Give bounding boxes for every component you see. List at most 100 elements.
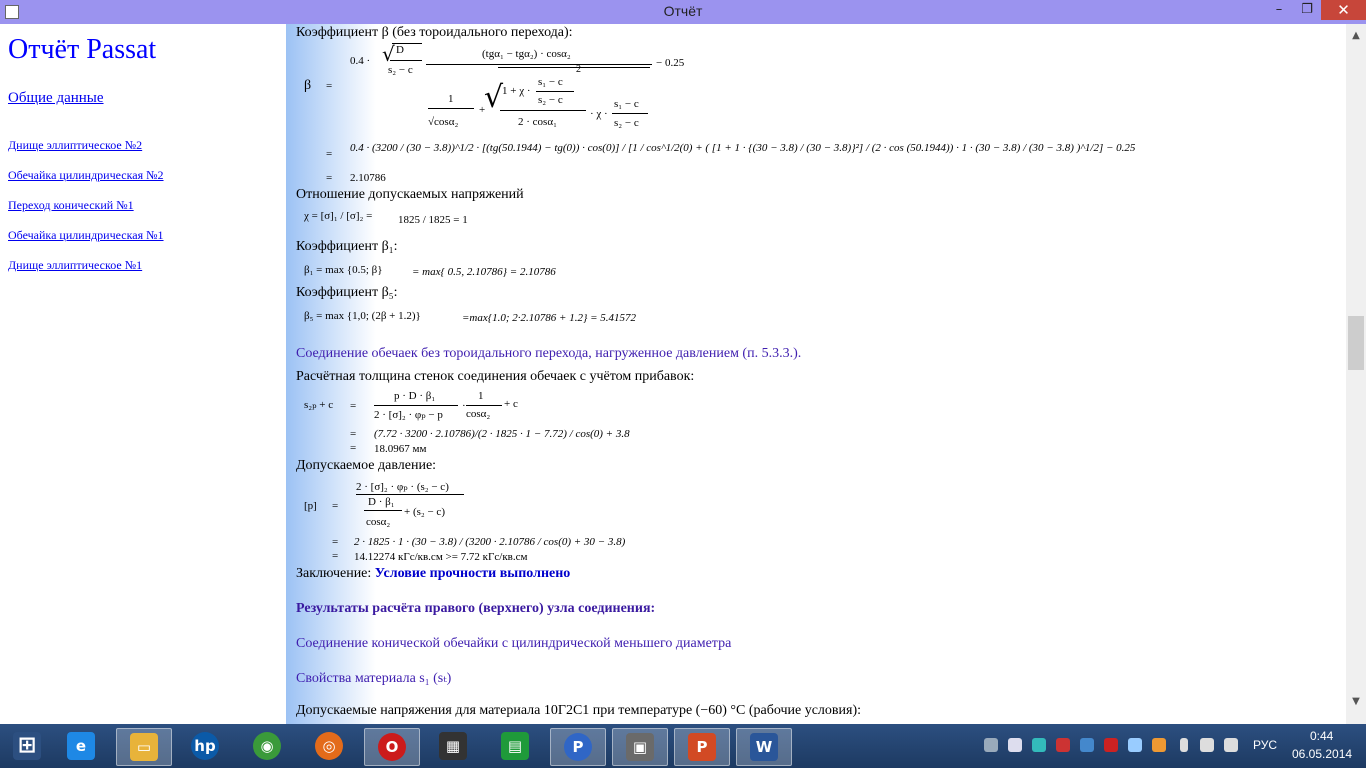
taskbar-chrome[interactable]: ◉ — [240, 728, 294, 764]
report-content: Коэффициент β (без тороидального переход… — [286, 24, 1346, 724]
powerpoint-icon: P — [688, 733, 716, 761]
beta-coef: 0.4 · — [350, 55, 371, 67]
pressure-heading: Допускаемое давление: — [296, 458, 437, 473]
clock-time[interactable]: 0:44 — [1310, 729, 1333, 743]
start-button[interactable]: ⊞ — [0, 728, 54, 764]
tray-antivirus-icon[interactable] — [1056, 738, 1070, 752]
conclusion-value: Условие прочности выполнено — [374, 566, 571, 581]
tray-cloud-icon[interactable] — [1008, 738, 1022, 752]
beta5-heading: Коэффициент β₅: — [296, 285, 398, 300]
section-shells-joint: Соединение обечаек без тороидального пер… — [296, 346, 802, 361]
beta-substitution: 0.4 · (3200 / (30 − 3.8))^1/2 · [(tg(50.… — [350, 142, 1136, 154]
taskbar-app-dark[interactable]: ▦ — [426, 728, 480, 764]
beta5-value: =max{1.0; 2·2.10786 + 1.2} = 5.41572 — [462, 312, 637, 324]
sqrt-sign-1: √ — [382, 42, 395, 66]
scroll-down-icon[interactable]: ▼ — [1346, 696, 1366, 707]
p-subst-eq: = — [332, 536, 339, 548]
volume-icon[interactable] — [1224, 738, 1238, 752]
results-heading: Результаты расчёта правого (верхнего) уз… — [296, 601, 656, 616]
scroll-up-icon[interactable]: ▲ — [1346, 30, 1366, 41]
beta-s1c-b: s₁ − c — [614, 98, 639, 110]
beta-D: D — [396, 44, 404, 56]
close-button[interactable]: ✕ — [1321, 0, 1366, 20]
taskbar-firefox[interactable]: ◎ — [302, 728, 356, 764]
maximize-button[interactable]: ❐ — [1293, 0, 1321, 20]
taskbar-hp[interactable]: hp — [178, 728, 232, 764]
minimize-button[interactable]: – — [1265, 0, 1293, 20]
tray-network-icon[interactable] — [984, 738, 998, 752]
folder-icon: ▭ — [130, 733, 158, 761]
beta-one: 1 — [448, 93, 454, 105]
start-icon: ⊞ — [13, 732, 41, 760]
beta1-heading: Коэффициент β₁: — [296, 239, 398, 254]
nav-link-head-1[interactable]: Днище эллиптическое №1 — [8, 258, 142, 273]
passat-icon: P — [564, 733, 592, 761]
title-bar: Отчёт – ❐ ✕ — [0, 0, 1366, 24]
chrome-icon: ◉ — [253, 732, 281, 760]
beta-value: 2.10786 — [350, 172, 386, 184]
beta-heading: Коэффициент β (без тороидального переход… — [296, 25, 573, 40]
beta1-formula: β₁ = max {0.5; β} — [304, 264, 383, 276]
scroll-thumb[interactable] — [1348, 316, 1364, 370]
vertical-scrollbar[interactable]: ▲ ▼ — [1346, 24, 1366, 724]
p-numerator: 2 · [σ]₂ · φₚ · (s₂ − c) — [356, 481, 449, 493]
p-cos: cosα₂ — [366, 516, 391, 528]
tray-tool-icon[interactable] — [1104, 738, 1118, 752]
taskbar-store[interactable]: ▤ — [488, 728, 542, 764]
tray-app-icon[interactable] — [1152, 738, 1166, 752]
battery-icon[interactable] — [1180, 738, 1188, 752]
conclusion: Заключение: Условие прочности выполнено — [296, 566, 570, 582]
beta-s1c: s₁ − c — [538, 76, 563, 88]
chi-formula: χ = [σ]₁ / [σ]₂ = — [304, 210, 373, 222]
taskbar-ie[interactable]: e — [54, 728, 108, 764]
app-dark-icon: ▦ — [439, 732, 467, 760]
beta-square: 2 — [576, 64, 581, 75]
hp-icon: hp — [191, 732, 219, 760]
p-D-beta: D · β₁ — [368, 496, 395, 508]
ie-icon: e — [67, 732, 95, 760]
taskbar-explorer[interactable]: ▭ — [116, 728, 172, 766]
beta-inner: 1 + χ · — [502, 85, 531, 97]
input-language[interactable]: РУС — [1253, 738, 1277, 752]
s2p-plus: + c — [504, 398, 518, 410]
allowed-stress-heading: Допускаемые напряжения для материала 10Г… — [296, 703, 862, 718]
taskbar-report-viewer[interactable]: ▣ — [612, 728, 668, 766]
p-value: 14.12274 кГс/кв.см >= 7.72 кГс/кв.см — [354, 551, 528, 563]
s2p-numerator: p · D · β₁ — [394, 390, 436, 402]
report-nav: Отчёт Passat Общие данные Днище эллиптич… — [0, 24, 286, 724]
nav-link-general[interactable]: Общие данные — [8, 90, 104, 107]
p-value-eq: = — [332, 550, 339, 562]
taskbar-passat[interactable]: P — [550, 728, 606, 766]
tray-snowflake-icon[interactable] — [1128, 738, 1142, 752]
clock-date[interactable]: 06.05.2014 — [1292, 747, 1352, 761]
nav-link-shell-1[interactable]: Обечайка цилиндрическая №1 — [8, 228, 164, 243]
s2p-eq: = — [350, 400, 357, 412]
taskbar-word[interactable]: W — [736, 728, 792, 766]
firefox-icon: ◎ — [315, 732, 343, 760]
p-substitution: 2 · 1825 · 1 · (30 − 3.8) / (3200 · 2.10… — [354, 536, 626, 548]
nav-link-shell-2[interactable]: Обечайка цилиндрическая №2 — [8, 168, 164, 183]
wifi-signal-icon[interactable] — [1200, 738, 1214, 752]
p-plus: + (s₂ − c) — [404, 506, 445, 518]
report-title: Отчёт Passat — [8, 34, 157, 65]
nav-link-head-2[interactable]: Днище эллиптическое №2 — [8, 138, 142, 153]
word-icon: W — [750, 733, 778, 761]
beta-numerator: (tgα₁ − tgα₂) · cosα₂ — [482, 48, 571, 60]
beta-s2c: s₂ − c — [388, 64, 413, 76]
window-title: Отчёт — [663, 3, 703, 19]
s2p-one: 1 — [478, 390, 484, 402]
taskbar-opera[interactable]: O — [364, 728, 420, 766]
beta-value-eq: = — [326, 172, 333, 184]
beta-symbol: β — [304, 78, 312, 93]
opera-icon: O — [378, 733, 406, 761]
tray-sync-icon[interactable] — [1032, 738, 1046, 752]
taskbar: ⊞ e ▭ hp ◉ ◎ O ▦ ▤ P ▣ P W РУС 0:44 06.0… — [0, 724, 1366, 768]
beta-chi: · χ · — [590, 108, 608, 120]
report-viewer-icon: ▣ — [626, 733, 654, 761]
beta-eq: = — [326, 80, 333, 92]
s2p-cos: cosα₂ — [466, 408, 491, 420]
taskbar-powerpoint[interactable]: P — [674, 728, 730, 766]
nav-link-cone-1[interactable]: Переход конический №1 — [8, 198, 134, 213]
tray-bluetooth-icon[interactable] — [1080, 738, 1094, 752]
s2p-value: 18.0967 мм — [374, 443, 427, 455]
